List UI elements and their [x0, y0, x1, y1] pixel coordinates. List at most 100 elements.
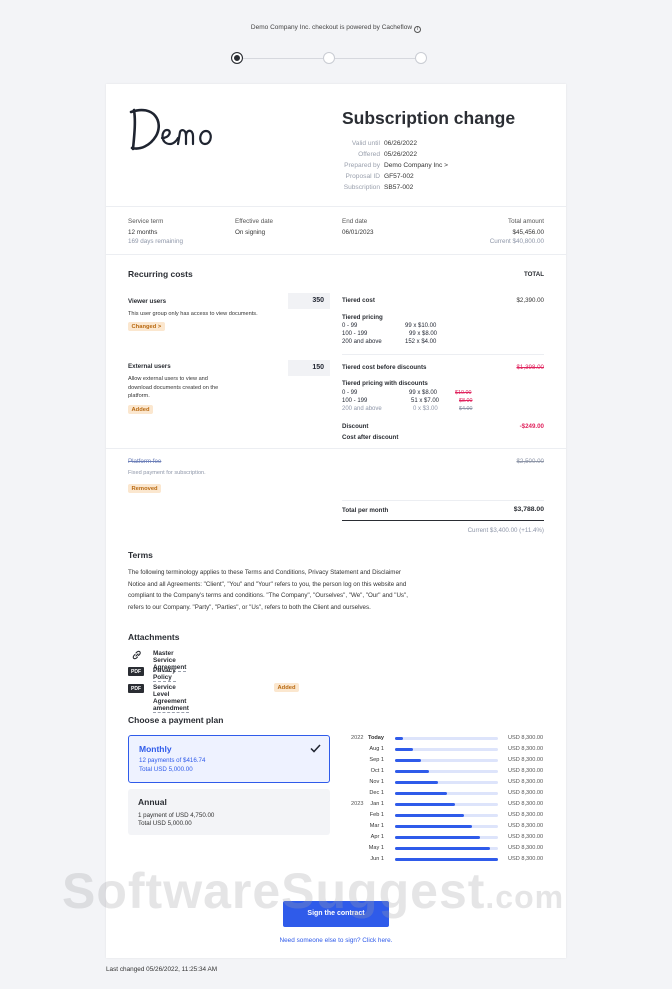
- privacy-policy-link[interactable]: Privacy Policy: [153, 667, 176, 682]
- schedule-progress-fill: [395, 847, 490, 850]
- pdf-icon: PDF: [128, 667, 144, 676]
- schedule-progress-fill: [395, 803, 455, 806]
- schedule-year: 2023: [351, 801, 364, 807]
- meta-row: Subscription SB57-002: [343, 184, 414, 191]
- tier-old-price: $4.00: [459, 406, 473, 412]
- step-1-dot[interactable]: [231, 52, 243, 64]
- viewer-users-quantity[interactable]: 350: [288, 293, 330, 309]
- schedule-amount: USD 8,300.00: [508, 823, 544, 829]
- recurring-costs-title: Recurring costs: [128, 269, 193, 279]
- demo-logo: [129, 108, 212, 151]
- schedule-amount: USD 8,300.00: [508, 768, 544, 774]
- current-total: Current $3,400.00 (+11.4%): [467, 527, 544, 534]
- step-2-dot[interactable]: [323, 52, 335, 64]
- total-column-header: TOTAL: [523, 271, 544, 278]
- schedule-amount: USD 8,300.00: [508, 746, 544, 752]
- tier-calc: 0 x $3.00: [413, 406, 438, 412]
- schedule-date: May 1: [368, 845, 384, 851]
- external-users-desc: Allow external users to view and downloa…: [128, 376, 219, 399]
- schedule-row: 2023 Jan 1 USD 8,300.00: [346, 799, 544, 810]
- other-signer-link[interactable]: Need someone else to sign? Click here.: [106, 937, 566, 944]
- external-users-name: External users: [128, 363, 171, 370]
- before-discounts-label: Tiered cost before discounts: [342, 364, 427, 371]
- attachments-title: Attachments: [128, 632, 180, 642]
- schedule-amount: USD 8,300.00: [508, 735, 544, 741]
- schedule-progress-track: [395, 836, 498, 839]
- schedule-progress-track: [395, 748, 498, 751]
- proposal-meta: Valid until 06/26/2022 Offered 05/26/2022 …: [336, 138, 448, 193]
- divider: [342, 354, 544, 355]
- platform-fee-desc: Fixed payment for subscription.: [128, 470, 206, 476]
- schedule-date: Oct 1: [370, 768, 384, 774]
- changed-badge[interactable]: Changed >: [128, 322, 165, 331]
- schedule-progress-fill: [395, 770, 429, 773]
- schedule-date: Nov 1: [369, 779, 384, 785]
- schedule-row: Mar 1 USD 8,300.00: [346, 821, 544, 832]
- service-term: Service term 12 months 169 days remainin…: [128, 218, 183, 245]
- schedule-row: May 1 USD 8,300.00: [346, 843, 544, 854]
- divider: [106, 448, 566, 449]
- meta-row: Offered 05/26/2022: [358, 151, 418, 158]
- schedule-progress-fill: [395, 792, 447, 795]
- tiered-cost-value: $2,390.00: [516, 297, 544, 304]
- schedule-progress-fill: [395, 737, 404, 740]
- last-changed: Last changed 05/26/2022, 11:25:34 AM: [106, 966, 218, 973]
- schedule-amount: USD 8,300.00: [508, 834, 544, 840]
- divider: [342, 500, 544, 501]
- schedule-date: Jan 1: [370, 801, 384, 807]
- schedule-progress-track: [395, 770, 498, 773]
- info-icon[interactable]: i: [414, 26, 422, 33]
- attachment-item: PDF Service Level Agreement amendment Ad…: [128, 683, 300, 713]
- tier-row: 200 and above: [342, 339, 382, 345]
- schedule-date: Aug 1: [369, 746, 384, 752]
- sla-amendment-link[interactable]: Service Level Agreement amendment: [153, 684, 189, 713]
- monthly-plan-option[interactable]: Monthly 12 payments of $416.74 Total USD…: [128, 735, 330, 783]
- annual-plan-option[interactable]: Annual 1 payment of USD 4,750.00 Total U…: [128, 789, 330, 835]
- meta-row: Proposal ID GF57-002: [345, 173, 414, 180]
- schedule-progress-fill: [395, 748, 413, 751]
- tier-row: 200 and above: [342, 406, 382, 412]
- schedule-progress-track: [395, 814, 498, 817]
- meta-row: Prepared by Demo Company Inc >: [344, 162, 448, 169]
- tiered-cost-label: Tiered cost: [342, 297, 375, 304]
- link-icon: [132, 650, 141, 660]
- schedule-row: 2022 Today USD 8,300.00: [346, 733, 544, 744]
- schedule-progress-fill: [395, 858, 498, 861]
- schedule-progress-track: [395, 847, 498, 850]
- schedule-date: Sep 1: [369, 757, 384, 763]
- schedule-row: Dec 1 USD 8,300.00: [346, 788, 544, 799]
- schedule-year: 2022: [351, 735, 364, 741]
- removed-badge: Removed: [128, 484, 162, 493]
- schedule-amount: USD 8,300.00: [508, 801, 544, 807]
- external-users-quantity[interactable]: 150: [288, 360, 330, 376]
- platform-fee-name: Platform fee: [128, 458, 162, 465]
- terms-title: Terms: [128, 550, 153, 560]
- added-badge: Added: [274, 683, 300, 692]
- discount-value: -$249.00: [519, 423, 544, 430]
- schedule-progress-track: [395, 737, 498, 740]
- meta-row: Valid until 06/26/2022: [351, 140, 418, 147]
- total-underline: [342, 520, 544, 521]
- schedule-row: Apr 1 USD 8,300.00: [346, 832, 544, 843]
- schedule-progress-fill: [395, 825, 473, 828]
- divider: [106, 254, 566, 255]
- page-title: Subscription change: [342, 108, 516, 128]
- platform-fee-value: $2,500.00: [516, 458, 544, 465]
- tier-calc: 152 x $4.00: [405, 339, 437, 345]
- schedule-amount: USD 8,300.00: [508, 845, 544, 851]
- prepared-by-link[interactable]: Demo Company Inc >: [384, 162, 448, 169]
- step-3-dot[interactable]: [415, 52, 427, 64]
- stepper-line: [243, 58, 323, 59]
- schedule-amount: USD 8,300.00: [508, 757, 544, 763]
- terms-text: The following terminology applies to the…: [128, 569, 408, 611]
- schedule-progress-track: [395, 781, 498, 784]
- stepper-line: [335, 58, 415, 59]
- schedule-progress-track: [395, 825, 498, 828]
- schedule-row: Sep 1 USD 8,300.00: [346, 755, 544, 766]
- powered-by-note: Demo Company Inc. checkout is powered by…: [0, 24, 672, 33]
- schedule-date: Apr 1: [370, 834, 384, 840]
- payment-plan-title: Choose a payment plan: [128, 715, 224, 725]
- before-discounts-value: $1,398.00: [516, 364, 544, 371]
- divider: [106, 206, 566, 207]
- schedule-row: Aug 1 USD 8,300.00: [346, 744, 544, 755]
